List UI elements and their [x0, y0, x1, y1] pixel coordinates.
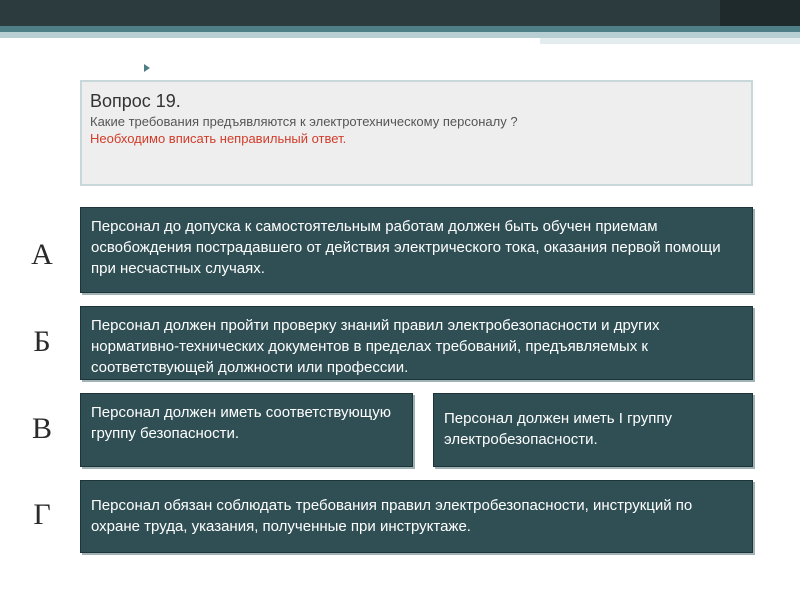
header-accent-stripe-faint: [540, 38, 800, 44]
question-instruction: Необходимо вписать неправильный ответ.: [90, 131, 347, 146]
question-box: Вопрос 19. Какие требования предъявляютс…: [80, 80, 753, 186]
option-letter-a: А: [31, 238, 53, 271]
answer-a[interactable]: Персонал до допуска к самостоятельным ра…: [80, 207, 753, 293]
answer-b[interactable]: Персонал должен пройти проверку знаний п…: [80, 306, 753, 380]
option-letter-v: В: [31, 412, 52, 445]
triangle-marker-icon: [144, 64, 150, 72]
question-text: Какие требования предъявляются к электро…: [90, 114, 518, 129]
answer-v-left[interactable]: Персонал должен иметь соответствующую гр…: [80, 393, 413, 467]
option-letter-g: Г: [33, 498, 51, 531]
answer-g[interactable]: Персонал обязан соблюдать требования пра…: [80, 480, 753, 553]
header-band: [0, 0, 800, 26]
header-corner-block: [720, 0, 800, 26]
answer-v-right[interactable]: Персонал должен иметь I группу электробе…: [433, 393, 753, 467]
question-title: Вопрос 19.: [90, 91, 181, 111]
option-letter-b: Б: [33, 325, 51, 358]
